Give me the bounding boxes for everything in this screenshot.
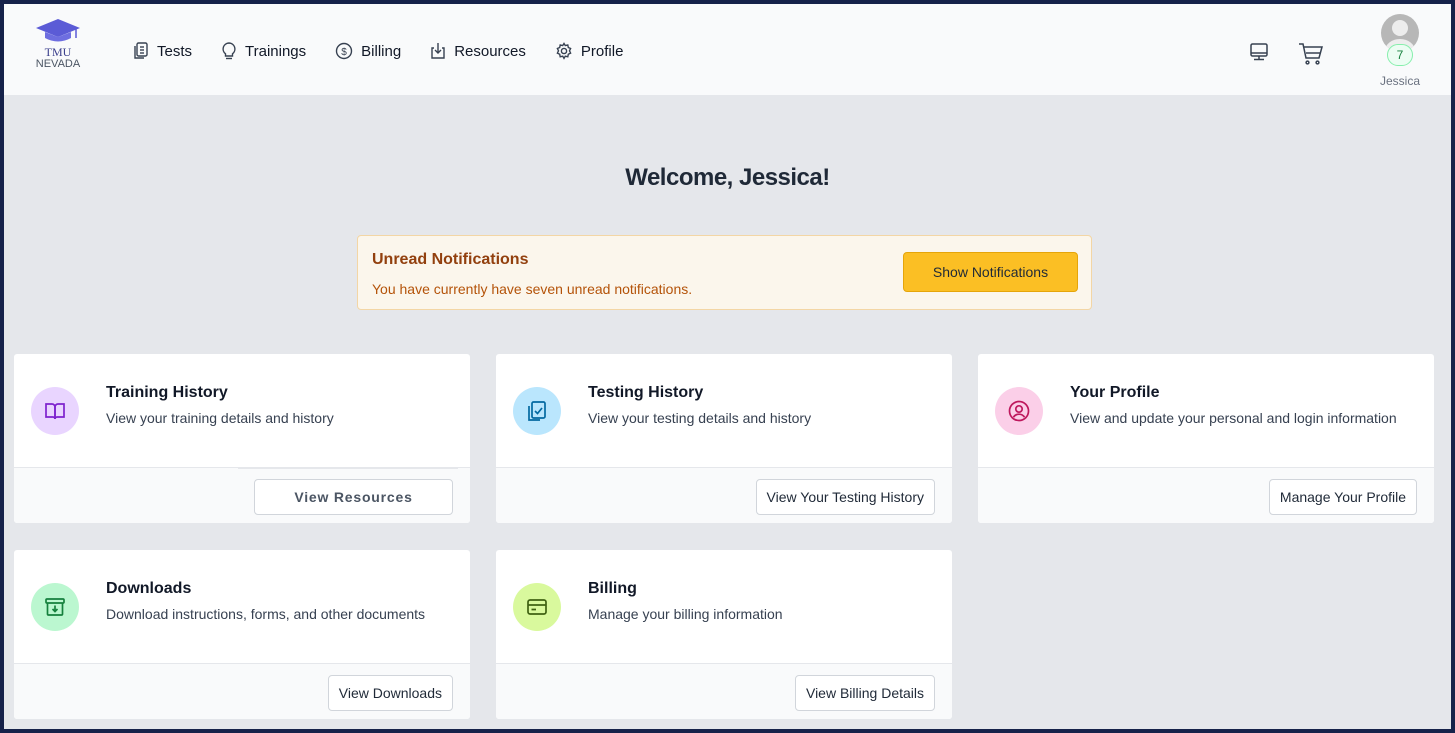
nav-profile-label: Profile (580, 42, 624, 60)
card-title: Billing (588, 580, 637, 597)
book-open-icon (45, 403, 65, 420)
notification-banner: Unread Notifications You have currently … (357, 235, 1092, 310)
manage-profile-button[interactable]: Manage Your Profile (1268, 479, 1417, 515)
card-icon-circle (513, 583, 561, 631)
card-testing-history: Testing History View your testing detail… (495, 353, 953, 524)
archive-download-icon (45, 598, 65, 616)
card-description: Manage your billing information (588, 606, 783, 622)
top-navbar: TMU NEVADA Tests Trainings $ Billing Res… (4, 4, 1451, 96)
brand-logo[interactable]: TMU NEVADA (28, 18, 88, 71)
page-title: Welcome, Jessica! (625, 164, 830, 191)
user-name: Jessica (1379, 74, 1420, 88)
user-menu[interactable]: 7 Jessica (1374, 14, 1426, 88)
brand-line2: NEVADA (35, 58, 81, 70)
dollar-circle-icon: $ (335, 42, 353, 60)
nav-tests[interactable]: Tests (133, 41, 192, 61)
card-billing: Billing Manage your billing information … (495, 549, 953, 720)
view-testing-history-button[interactable]: View Your Testing History (755, 479, 935, 515)
show-notifications-button[interactable]: Show Notifications (903, 252, 1078, 292)
card-footer: View Downloads (14, 663, 470, 719)
card-description: Download instructions, forms, and other … (106, 606, 426, 622)
credit-card-icon (527, 599, 547, 615)
shopping-cart-icon (1299, 43, 1323, 65)
clipboard-check-icon (528, 401, 546, 421)
view-resources-button[interactable]: View Resources (254, 479, 453, 515)
svg-text:$: $ (341, 47, 347, 58)
nav-trainings-label: Trainings (245, 42, 307, 60)
view-billing-details-button[interactable]: View Billing Details (794, 675, 935, 711)
download-tray-icon (431, 43, 445, 59)
footer-divider (238, 468, 458, 469)
nav-profile[interactable]: Profile (555, 41, 624, 61)
notification-count-badge: 7 (1387, 44, 1413, 66)
cart-button[interactable] (1298, 42, 1324, 71)
monitor-icon (1250, 43, 1268, 61)
nav-trainings[interactable]: Trainings (221, 41, 306, 61)
nav-resources-label: Resources (454, 42, 526, 60)
brand-line1: TMU (44, 45, 72, 59)
main-nav: Tests Trainings $ Billing Resources Prof… (133, 41, 652, 61)
lightbulb-icon (222, 42, 236, 60)
clipboard-list-icon (134, 42, 148, 59)
card-icon-circle (31, 387, 79, 435)
nav-tests-label: Tests (157, 42, 193, 60)
card-footer: View Your Testing History (496, 467, 952, 523)
card-footer: Manage Your Profile (978, 467, 1434, 523)
card-title: Downloads (106, 580, 192, 597)
card-training-history: Training History View your training deta… (13, 353, 471, 524)
card-description: View your testing details and history (588, 410, 812, 426)
gear-icon (556, 42, 572, 60)
graduation-cap-icon (36, 19, 80, 42)
monitor-button[interactable] (1248, 42, 1270, 69)
nav-resources[interactable]: Resources (430, 41, 526, 61)
card-title: Testing History (588, 384, 704, 401)
card-footer: View Resources (14, 467, 470, 523)
nav-billing-label: Billing (361, 42, 402, 60)
card-downloads: Downloads Download instructions, forms, … (13, 549, 471, 720)
card-title: Training History (106, 384, 228, 401)
card-footer: View Billing Details (496, 663, 952, 719)
card-icon-circle (31, 583, 79, 631)
notification-text: You have currently have seven unread not… (372, 281, 693, 297)
card-icon-circle (513, 387, 561, 435)
nav-billing[interactable]: $ Billing (335, 41, 401, 61)
card-description: View and update your personal and login … (1070, 410, 1397, 426)
app-frame: TMU NEVADA Tests Trainings $ Billing Res… (0, 0, 1455, 733)
user-circle-icon (1008, 400, 1030, 422)
card-title: Your Profile (1070, 384, 1160, 401)
view-downloads-button[interactable]: View Downloads (327, 675, 453, 711)
card-description: View your training details and history (106, 410, 334, 426)
card-icon-circle (995, 387, 1043, 435)
card-your-profile: Your Profile View and update your person… (977, 353, 1435, 524)
notification-title: Unread Notifications (372, 251, 529, 268)
